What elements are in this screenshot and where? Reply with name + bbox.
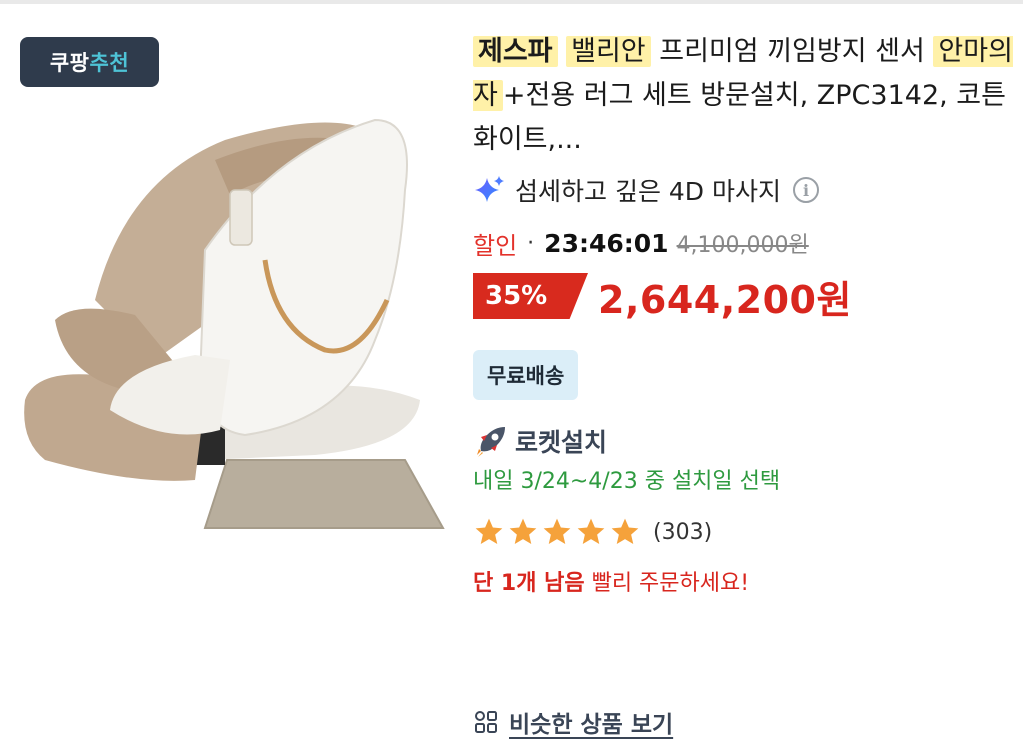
stock-urge: 빨리 주문하세요! [584, 571, 750, 596]
price-row: 35% 2,644,200원 [473, 268, 1013, 324]
sparkle-icon [475, 176, 504, 202]
badge-text-white: 쿠팡 [49, 51, 90, 75]
star-icon [475, 518, 503, 544]
review-count: (303) [653, 519, 713, 545]
discount-badge: 35% [473, 273, 588, 319]
info-icon[interactable]: i [793, 177, 819, 203]
star-icon [577, 518, 605, 544]
sale-price: 2,644,200원 [598, 277, 852, 322]
free-shipping-badge: 무료배송 [473, 350, 579, 400]
rocket-install-label: 로켓설치 [515, 428, 608, 457]
rocket-install-row: 로켓설치 [473, 422, 1013, 460]
badge-text-cyan: 추천 [89, 51, 130, 75]
title-brand: 제스파 [473, 36, 558, 67]
install-date-text: 내일 3/24~4/23 중 설치일 선택 [473, 469, 781, 494]
star-icon [611, 518, 639, 544]
rating-row[interactable]: (303) [473, 512, 1013, 552]
separator-dot: · [527, 230, 535, 256]
grid-icon [475, 711, 497, 733]
feature-text: 섬세하고 깊은 4D 마사지 [515, 177, 781, 206]
star-icon [543, 518, 571, 544]
original-price: 4,100,000원 [676, 233, 809, 258]
similar-products-link[interactable]: 비슷한 상품 보기 [473, 705, 673, 739]
sale-row: 할인 · 23:46:01 4,100,000원 [473, 226, 1013, 260]
title-part2: +전용 러그 세트 방문설치, ZPC3142, 코튼화이트,... [473, 80, 1006, 155]
title-model: 밸리안 [566, 36, 651, 67]
similar-products-label: 비슷한 상품 보기 [509, 712, 674, 738]
top-divider [0, 0, 1023, 4]
sale-timer: 23:46:01 [544, 228, 669, 258]
star-icon [509, 518, 537, 544]
coupang-recommend-badge: 쿠팡 추천 [20, 37, 159, 87]
stock-warning: 단 1개 남음 빨리 주문하세요! [473, 564, 1013, 604]
product-title[interactable]: 제스파 밸리안 프리미엄 끼임방지 센서 안마의자 +전용 러그 세트 방문설치,… [473, 30, 1013, 162]
product-image[interactable] [15, 100, 460, 540]
stock-remaining: 단 1개 남음 [473, 571, 585, 596]
star-rating [473, 516, 643, 548]
feature-row: 섬세하고 깊은 4D 마사지 i [473, 170, 1013, 210]
rocket-icon [477, 427, 505, 457]
title-part1: 프리미엄 끼임방지 센서 [659, 36, 925, 67]
sale-label: 할인 [473, 231, 518, 260]
